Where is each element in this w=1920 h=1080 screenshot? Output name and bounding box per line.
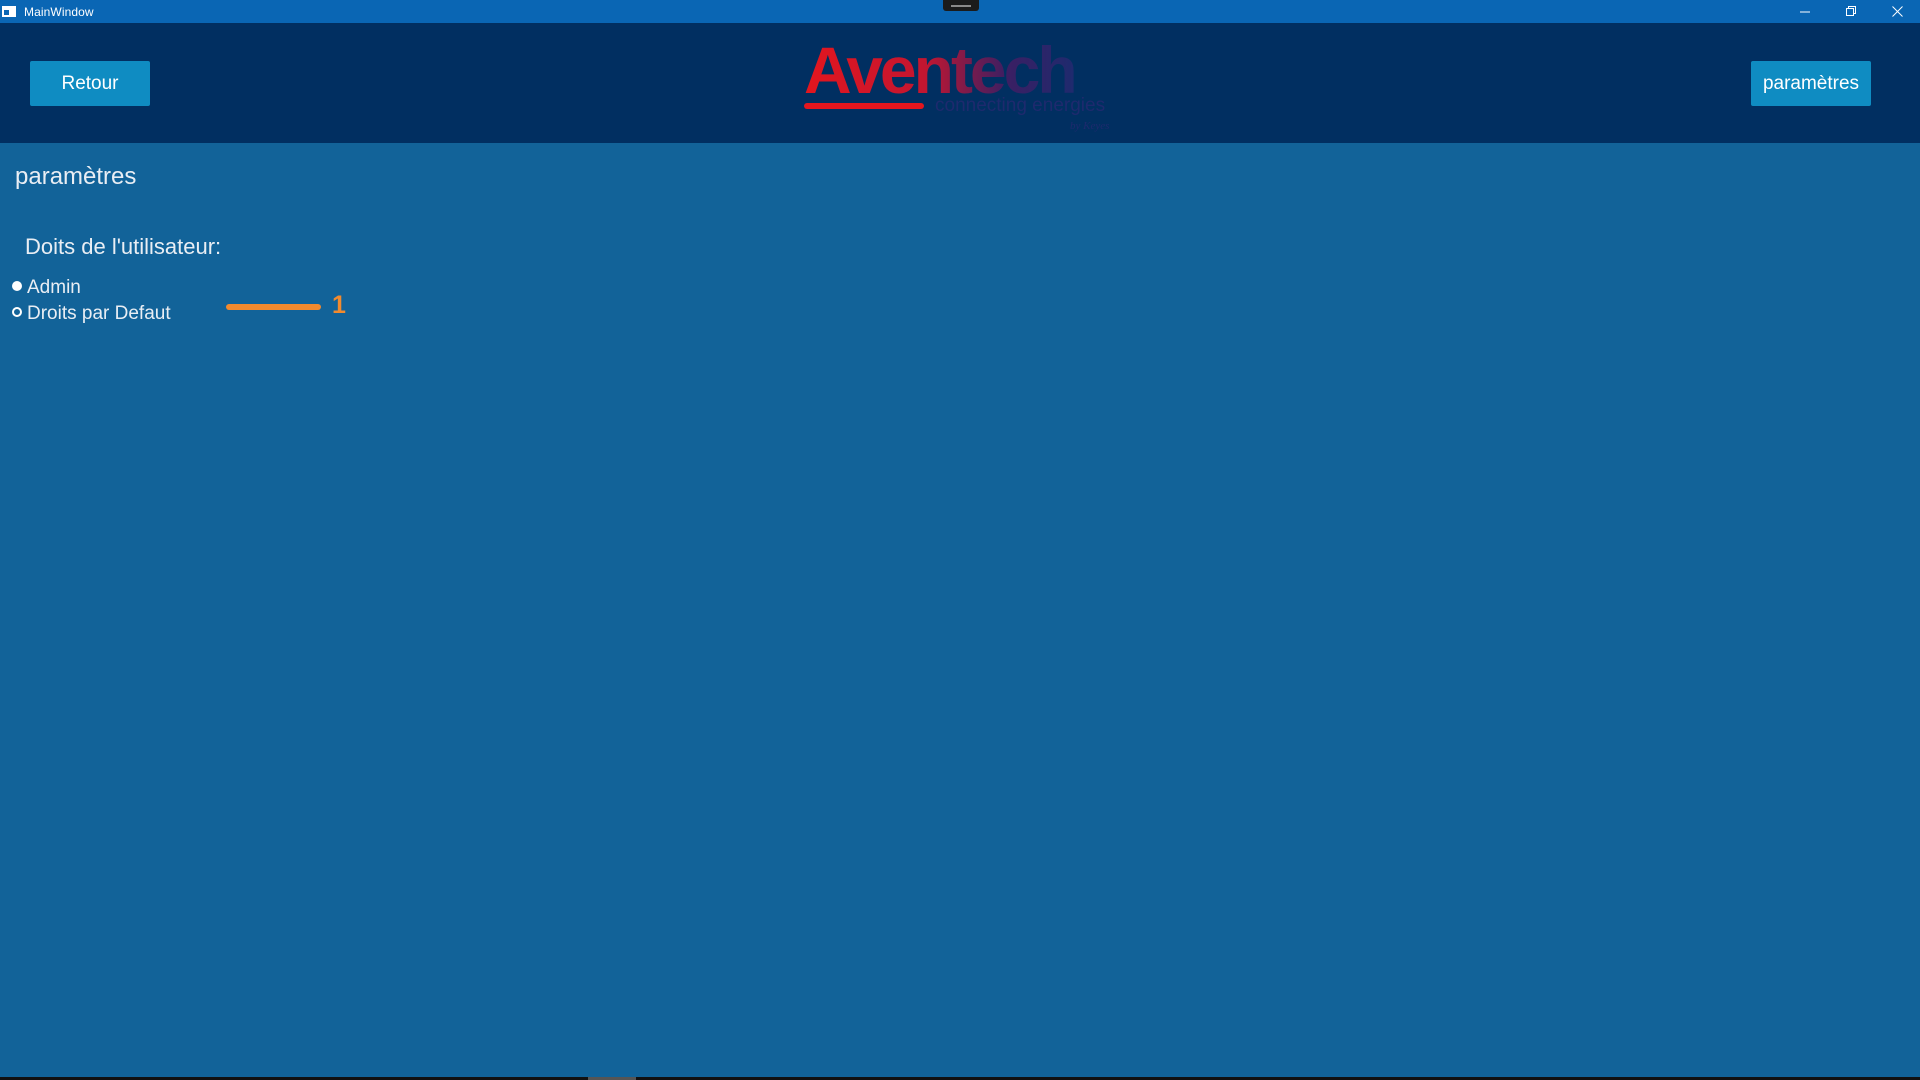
aventech-logo: Aventech connecting energies by Keyes <box>804 33 1109 132</box>
settings-page: paramètres Doits de l'utilisateur: Admin… <box>0 143 1920 1077</box>
logo-byline: by Keyes <box>1070 120 1109 132</box>
logo-tagline: connecting energies <box>935 95 1105 116</box>
logo-underline <box>804 103 924 109</box>
annotation-marker-line <box>226 304 321 310</box>
window-controls <box>1782 0 1920 23</box>
radio-unchecked-icon[interactable] <box>12 307 22 317</box>
close-icon <box>1891 6 1903 17</box>
user-rights-label: Doits de l'utilisateur: <box>25 234 222 259</box>
radio-option-admin[interactable]: Admin <box>12 277 81 299</box>
annotation-number: 1 <box>332 291 346 319</box>
page-title: paramètres <box>15 163 137 190</box>
drag-handle[interactable] <box>943 0 979 11</box>
radio-option-default-rights[interactable]: Droits par Defaut <box>12 303 171 325</box>
restore-button[interactable] <box>1828 0 1874 23</box>
radio-label-admin: Admin <box>27 277 81 298</box>
app-window-icon <box>2 6 16 17</box>
minimize-button[interactable] <box>1782 0 1828 23</box>
window-titlebar: MainWindow <box>0 0 1920 23</box>
back-button[interactable]: Retour <box>30 61 150 106</box>
radio-checked-icon[interactable] <box>12 281 22 291</box>
settings-button[interactable]: paramètres <box>1751 61 1871 106</box>
minimize-icon <box>1799 11 1810 13</box>
restore-icon <box>1845 6 1856 16</box>
app-header: Retour Aventech connecting energies by K… <box>0 23 1920 143</box>
close-button[interactable] <box>1874 0 1920 23</box>
window-title: MainWindow <box>24 4 94 19</box>
radio-label-default-rights: Droits par Defaut <box>27 303 171 324</box>
